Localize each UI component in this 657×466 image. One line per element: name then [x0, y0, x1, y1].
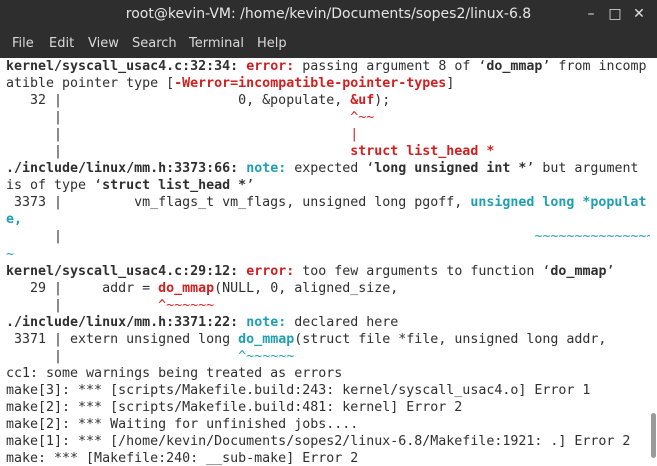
- source-code: 3371 | extern unsigned long: [6, 331, 239, 347]
- marker-line: | ~~~~~~~~~~~~~~~^~~~~~: [0, 228, 657, 245]
- marker-line: | |: [0, 126, 650, 143]
- function-name: do_mmap: [550, 263, 607, 279]
- pipe-marker: |: [350, 127, 359, 143]
- highlighted-code: do_mmap: [238, 331, 295, 347]
- caret-marker: ^~~~~~~: [158, 297, 215, 313]
- terminal-window: root@kevin-VM: /home/kevin/Documents/sop…: [0, 0, 657, 466]
- gutter: |: [6, 297, 159, 313]
- source-line: 3371 | extern unsigned long do_mmap(stru…: [0, 331, 650, 348]
- gutter: |: [6, 229, 535, 245]
- diag-text: declared here: [286, 314, 399, 330]
- source-line: 32 | 0, &populate, &uf);: [0, 92, 650, 109]
- type-name: long unsigned int *: [374, 161, 527, 177]
- output-line: make[3]: *** [scripts/Makefile.build:243…: [6, 382, 591, 398]
- diag-text: ’ but argument: [526, 161, 639, 177]
- marker-line: | ^~~~~~~: [0, 297, 650, 314]
- caret-marker: ~: [6, 246, 15, 262]
- diag-text: passing argument 8 of ‘: [294, 59, 487, 74]
- maximize-icon[interactable]: □: [605, 4, 625, 24]
- diag-text: atible pointer type [: [6, 76, 175, 92]
- marker-line: ~: [0, 246, 650, 263]
- warning-flag: -Werror=incompatible-pointer-types: [174, 76, 447, 92]
- source-line: 29 | addr = do_mmap(NULL, 0, aligned_siz…: [0, 280, 650, 297]
- menu-search[interactable]: Search: [130, 30, 179, 58]
- source-code: (NULL, 0, aligned_size,: [214, 280, 399, 296]
- marker-line: | struct list_head *: [0, 143, 650, 160]
- diag-location: ./include/linux/mm.h:3373:66:: [6, 161, 239, 177]
- source-code: 29 | addr =: [6, 280, 159, 296]
- diag-text: ’: [606, 263, 615, 279]
- output-line: ./include/linux/mm.h:3371:22: note: decl…: [0, 314, 650, 331]
- function-name: do_mmap: [486, 59, 543, 74]
- gutter: |: [6, 144, 351, 160]
- menu-bar: File Edit View Search Terminal Help: [0, 30, 657, 58]
- diag-text: ’: [246, 178, 255, 194]
- error-label: error:: [246, 59, 295, 74]
- caret-marker: ~~~~~~~~~~~~~~~^~~~~~: [534, 229, 657, 245]
- output-line: make[2]: *** Waiting for unfinished jobs…: [6, 416, 359, 432]
- output-line: kernel/syscall_usac4.c:29:12: error: too…: [0, 263, 650, 280]
- highlighted-code: unsigned long *populat: [470, 195, 647, 211]
- type-name: struct list_head *: [102, 178, 247, 194]
- menu-edit[interactable]: Edit: [47, 30, 76, 58]
- diag-text: ’ from incomp: [542, 59, 647, 74]
- menu-file[interactable]: File: [10, 30, 36, 58]
- source-line: 3373 | vm_flags_t vm_flags, unsigned lon…: [0, 194, 650, 211]
- error-label: error:: [246, 263, 295, 279]
- output-line: make: *** [Makefile:240: __sub-make] Err…: [6, 451, 359, 466]
- menu-help[interactable]: Help: [255, 30, 289, 58]
- source-code: 3373 | vm_flags_t vm_flags, unsigned lon…: [6, 195, 471, 211]
- output-line: make[2]: *** [scripts/Makefile.build:481…: [6, 399, 463, 415]
- gutter: |: [6, 110, 351, 126]
- output-line: cc1: some warnings being treated as erro…: [6, 365, 343, 381]
- caret-marker: ^~~~~~~: [238, 348, 295, 364]
- window-title: root@kevin-VM: /home/kevin/Documents/sop…: [125, 6, 532, 22]
- type-marker: struct list_head *: [350, 144, 495, 160]
- diag-location: ./include/linux/mm.h:3371:22:: [6, 314, 239, 330]
- caret-marker: ^~~: [350, 110, 375, 126]
- highlighted-code: &uf: [350, 93, 375, 109]
- source-code: );: [374, 93, 391, 109]
- menu-view[interactable]: View: [86, 30, 121, 58]
- output-line: make[1]: *** [/home/kevin/Documents/sope…: [6, 434, 631, 450]
- terminal-output[interactable]: kernel/syscall_usac4.c:32:34: error: pas…: [0, 58, 657, 466]
- output-line: ./include/linux/mm.h:3373:66: note: expe…: [0, 160, 650, 177]
- gutter: |: [6, 348, 239, 364]
- diag-text: expected ‘: [286, 161, 375, 177]
- diag-text: is of type ‘: [6, 178, 103, 194]
- gutter: |: [6, 127, 351, 143]
- output-line: kernel/syscall_usac4.c:32:34: error: pas…: [0, 58, 650, 75]
- source-code: (struct file *file, unsigned long addr,: [294, 331, 607, 347]
- diag-location: kernel/syscall_usac4.c:32:34:: [6, 59, 239, 74]
- diag-location: kernel/syscall_usac4.c:29:12:: [6, 263, 239, 279]
- note-label: note:: [246, 161, 287, 177]
- marker-line: | ^~~: [0, 109, 650, 126]
- output-line: atible pointer type [-Werror=incompatibl…: [0, 75, 650, 92]
- output-line: is of type ‘struct list_head *’: [0, 177, 650, 194]
- scrollbar-thumb[interactable]: [651, 413, 656, 458]
- note-label: note:: [246, 314, 287, 330]
- source-line: e,: [0, 211, 650, 228]
- diag-text: ]: [446, 76, 455, 92]
- marker-line: | ^~~~~~~: [0, 348, 650, 365]
- title-bar[interactable]: root@kevin-VM: /home/kevin/Documents/sop…: [0, 0, 657, 30]
- highlighted-code: e,: [6, 212, 23, 228]
- menu-terminal[interactable]: Terminal: [187, 30, 246, 58]
- minimize-icon[interactable]: –: [581, 4, 601, 24]
- diag-text: too few arguments to function ‘: [294, 263, 551, 279]
- vertical-scrollbar[interactable]: [650, 58, 657, 466]
- close-icon[interactable]: ✕: [629, 4, 649, 24]
- highlighted-code: do_mmap: [158, 280, 215, 296]
- source-code: 32 | 0, &populate,: [6, 93, 351, 109]
